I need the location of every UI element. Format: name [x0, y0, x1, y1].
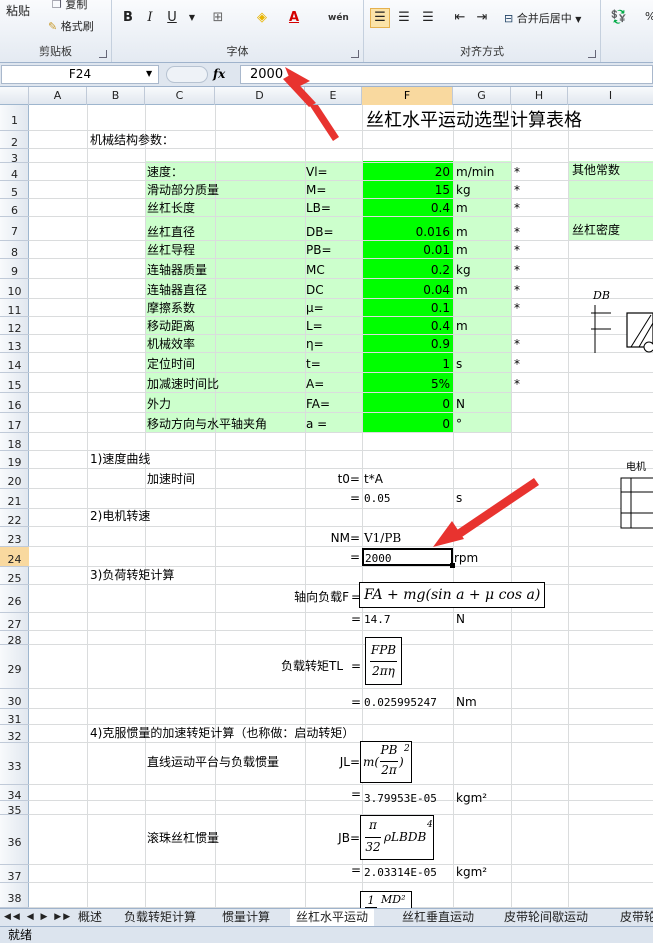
format-painter-label: 格式刷 — [60, 20, 94, 33]
row-header[interactable]: 34 — [0, 785, 29, 802]
sheet-tab-bar: ◀◀ ◀ ▶ ▶▶ 概述 负载转矩计算 惯量计算 丝杠水平运动 丝杠垂直运动 皮… — [0, 908, 653, 926]
sheet-tab[interactable]: 皮带轮间歇运动 — [498, 909, 594, 926]
bold-button[interactable]: B — [118, 8, 138, 28]
row-header[interactable]: 12 — [0, 317, 29, 335]
row-header[interactable]: 18 — [0, 433, 29, 451]
clipboard-group-label: 剪贴板 — [39, 45, 72, 58]
merge-center-label: 合并后居中 — [516, 12, 572, 25]
clipboard-launcher-icon[interactable] — [99, 50, 107, 58]
brush-icon: ✎ — [48, 20, 58, 33]
status-text: 就绪 — [8, 928, 33, 942]
row-header[interactable]: 26 — [0, 585, 29, 613]
row-header[interactable]: 37 — [0, 865, 29, 883]
row-header[interactable]: 7 — [0, 217, 29, 241]
row-header[interactable]: 25 — [0, 567, 29, 585]
sheet-tab[interactable]: 惯量计算 — [216, 909, 276, 926]
border-icon[interactable]: ⊞ — [208, 8, 228, 28]
merge-icon: ⊟ — [504, 12, 514, 25]
underline-dropdown-icon[interactable]: ▼ — [182, 8, 202, 28]
row-header[interactable]: 36 — [0, 815, 29, 865]
font-group: B I U ▼ ⊞ ◈ A wén 字体 — [112, 0, 364, 62]
font-group-label: 字体 — [226, 45, 249, 58]
arrow-to-formula-shaft — [309, 105, 339, 141]
annotation-layer — [309, 105, 539, 547]
sheet-tab-active[interactable]: 丝杠水平运动 — [290, 909, 375, 926]
percent-button[interactable]: % — [645, 10, 653, 23]
fill-color-icon[interactable]: ◈ — [252, 8, 272, 28]
increase-indent-icon[interactable]: ⇥ — [472, 8, 492, 28]
paste-button[interactable]: 粘贴 — [6, 2, 30, 19]
row-header[interactable]: 13 — [0, 335, 29, 353]
ribbon: 粘贴 ❐ 复制 ✎ 格式刷 剪贴板 B I U ▼ ⊞ ◈ A wén 字体 ☰… — [0, 0, 653, 63]
row-header[interactable]: 33 — [0, 743, 29, 785]
row-header[interactable]: 2 — [0, 131, 29, 149]
worksheet-grid[interactable]: 丝杠水平运动选型计算表格 机械结构参数： 速度： Vl= 20 m/min * 滑动部分质… — [29, 105, 653, 908]
row-header[interactable]: 20 — [0, 469, 29, 489]
decrease-indent-icon[interactable]: ⇤ — [450, 8, 470, 28]
row-header[interactable]: 1 — [0, 105, 29, 131]
row-header[interactable]: 23 — [0, 527, 29, 547]
underline-button[interactable]: U — [162, 8, 182, 28]
row-header[interactable]: 27 — [0, 613, 29, 631]
sheet-tab[interactable]: 丝杠垂直运动 — [396, 909, 480, 926]
font-color-icon[interactable]: A — [284, 8, 304, 28]
annotation-layer-top — [283, 67, 316, 107]
row-header[interactable]: 30 — [0, 689, 29, 709]
arrow-to-cell-head — [433, 521, 464, 547]
row-header[interactable]: 21 — [0, 489, 29, 509]
sheet-tab[interactable]: 负载转矩计算 — [118, 909, 202, 926]
chevron-down-icon: ▼ — [575, 15, 582, 24]
row-header[interactable]: 16 — [0, 393, 29, 413]
tab-scroll-icons[interactable]: ◀◀ ◀ ▶ ▶▶ — [4, 909, 72, 926]
alignment-launcher-icon[interactable] — [588, 50, 596, 58]
currency-format-icon[interactable]: 💱 — [609, 8, 629, 28]
row-header[interactable]: 9 — [0, 259, 29, 279]
row-header[interactable]: 5 — [0, 181, 29, 199]
phonetic-guide-button[interactable]: wén — [328, 8, 349, 28]
row-header[interactable]: 10 — [0, 279, 29, 299]
row-header[interactable]: 17 — [0, 413, 29, 433]
status-bar: 就绪 — [0, 926, 653, 943]
row-header[interactable]: 35 — [0, 801, 29, 817]
font-launcher-icon[interactable] — [351, 50, 359, 58]
sheet-tab[interactable]: 皮带轮 — [614, 909, 653, 926]
row-header[interactable]: 31 — [0, 709, 29, 726]
row-header-bar: 1 2 3 4 5 6 7 8 9 10 11 12 13 14 15 16 17 18 19 20 21 22 23 24 2… — [0, 105, 29, 908]
row-header[interactable]: 3 — [0, 149, 29, 165]
row-header[interactable]: 8 — [0, 241, 29, 259]
copy-icon: ❐ — [52, 0, 62, 11]
row-header[interactable]: 6 — [0, 199, 29, 217]
align-left-icon[interactable]: ☰ — [370, 8, 390, 28]
italic-button[interactable]: I — [140, 8, 160, 28]
alignment-group-label: 对齐方式 — [460, 45, 504, 58]
row-header[interactable]: 15 — [0, 373, 29, 393]
align-center-icon[interactable]: ☰ — [394, 8, 414, 28]
row-header[interactable]: 29 — [0, 645, 29, 689]
row-header[interactable]: 28 — [0, 631, 29, 647]
copy-button[interactable]: ❐ 复制 — [52, 0, 87, 12]
arrow-to-cell-shaft — [454, 478, 539, 539]
row-header[interactable]: 4 — [0, 163, 29, 181]
alignment-group: ☰ ☰ ☰ ⇤ ⇥ ⊟ 合并后居中 ▼ 对齐方式 — [364, 0, 601, 62]
format-painter-button[interactable]: ✎ 格式刷 — [48, 18, 94, 34]
row-header[interactable]: 14 — [0, 353, 29, 373]
row-header[interactable]: 19 — [0, 451, 29, 469]
number-group: 💱 % — [601, 0, 653, 62]
clipboard-group: 粘贴 ❐ 复制 ✎ 格式刷 剪贴板 — [0, 0, 112, 62]
row-header[interactable]: 38 — [0, 883, 29, 908]
row-header[interactable]: 11 — [0, 299, 29, 317]
row-header[interactable]: 22 — [0, 509, 29, 527]
sheet-tab[interactable]: 概述 — [72, 909, 108, 926]
row-header[interactable]: 32 — [0, 725, 29, 743]
merge-center-button[interactable]: ⊟ 合并后居中 ▼ — [504, 10, 581, 26]
copy-label: 复制 — [65, 0, 88, 11]
align-right-icon[interactable]: ☰ — [418, 8, 438, 28]
row-header[interactable]: 24 — [0, 547, 29, 567]
